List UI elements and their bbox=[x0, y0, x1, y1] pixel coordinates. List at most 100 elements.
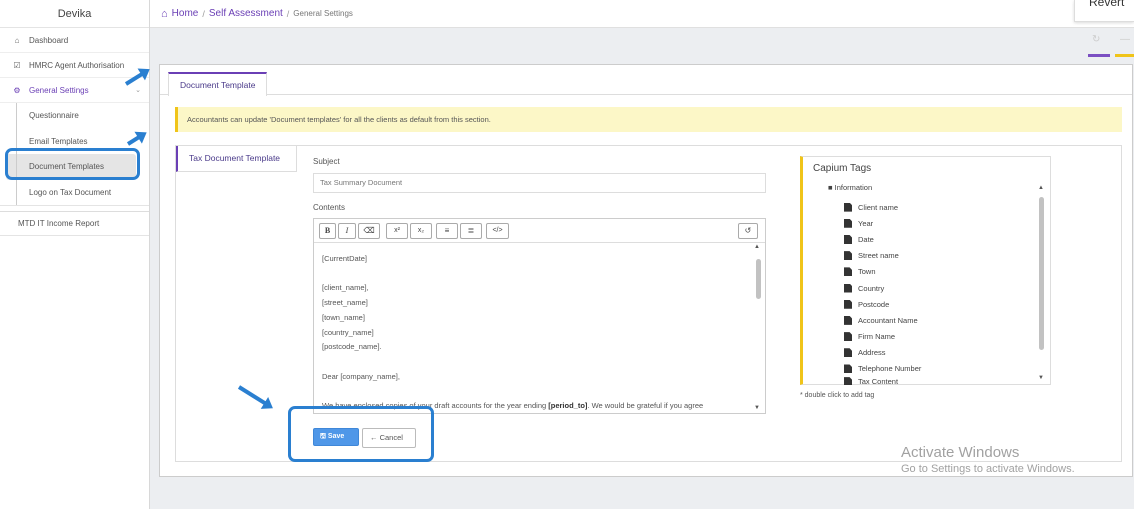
watermark-title: Activate Windows bbox=[901, 444, 1020, 461]
bullet-list-button[interactable]: ≡ bbox=[436, 223, 458, 239]
tag-label: Year bbox=[858, 218, 874, 228]
tag-item[interactable]: Client name bbox=[844, 199, 921, 215]
editor-line: [CurrentDate] bbox=[322, 254, 368, 263]
file-icon bbox=[844, 283, 852, 293]
folder-icon: ■ bbox=[828, 183, 833, 192]
tags-scrollbar[interactable]: ▲ ▼ bbox=[1038, 185, 1046, 381]
contents-editor[interactable]: B I ⌫ x² x₂ ≡ ≣ </> ↺ [CurrentDate] [cli… bbox=[313, 218, 766, 414]
italic-button[interactable]: I bbox=[338, 223, 356, 239]
highlight-save-cancel bbox=[288, 406, 434, 462]
scroll-up-icon[interactable]: ▲ bbox=[1038, 185, 1044, 191]
tag-label: Firm Name bbox=[858, 332, 896, 342]
scroll-down-icon[interactable]: ▼ bbox=[754, 405, 760, 411]
tag-label: Country bbox=[858, 283, 885, 293]
top-bar: ⌂ Home / Self Assessment / General Setti… bbox=[150, 0, 1134, 28]
file-icon bbox=[844, 299, 852, 309]
tags-hint: * double click to add tag bbox=[800, 392, 875, 399]
tag-label: Date bbox=[858, 234, 874, 244]
capium-tags-panel: Capium Tags ■ Information Client name Ye… bbox=[800, 156, 1051, 386]
subject-label: Subject bbox=[313, 157, 340, 166]
editor-line: Dear [company_name], bbox=[322, 371, 400, 381]
sidebar-item-dashboard[interactable]: ⌂ Dashboard bbox=[0, 28, 149, 53]
tab-document-template[interactable]: Document Template bbox=[168, 72, 268, 96]
subject-input[interactable]: Tax Summary Document bbox=[313, 173, 766, 193]
undo-button[interactable]: ↺ bbox=[738, 223, 758, 239]
code-view-button[interactable]: </> bbox=[486, 223, 509, 239]
editor-scrollbar[interactable]: ▲ ▼ bbox=[753, 244, 765, 413]
file-icon bbox=[844, 315, 852, 325]
tag-item[interactable]: Country bbox=[844, 280, 921, 296]
bold-button[interactable]: B bbox=[319, 223, 336, 239]
file-icon bbox=[844, 364, 852, 374]
scroll-thumb[interactable] bbox=[756, 259, 761, 299]
numbered-list-button[interactable]: ≣ bbox=[460, 223, 482, 239]
file-icon bbox=[844, 377, 852, 386]
windows-activation-watermark: Activate Windows Go to Settings to activ… bbox=[901, 444, 1075, 475]
tag-label: Postcode bbox=[858, 299, 890, 309]
subscript-button[interactable]: x₂ bbox=[410, 223, 432, 239]
file-icon bbox=[844, 251, 852, 261]
tab-strip: Document Template bbox=[160, 65, 1132, 96]
divider bbox=[296, 146, 297, 172]
sidebar-item-mtd-it-income-report[interactable]: MTD IT Income Report bbox=[0, 211, 149, 236]
bullet-list-icon: ≡ bbox=[444, 226, 450, 235]
scroll-up-icon[interactable]: ▲ bbox=[754, 244, 760, 250]
editor-line: [town_name] bbox=[322, 312, 365, 322]
tag-item[interactable]: Address bbox=[844, 345, 921, 361]
tab-tax-document-template[interactable]: Tax Document Template bbox=[176, 146, 296, 172]
sidebar-item-label: Dashboard bbox=[29, 35, 69, 45]
breadcrumb-self-assessment[interactable]: Self Assessment bbox=[209, 8, 283, 19]
breadcrumb-separator: / bbox=[286, 8, 290, 19]
tag-item[interactable]: Firm Name bbox=[844, 329, 921, 345]
toolbar-icons: ↻ — bbox=[1088, 34, 1134, 57]
refresh-icon[interactable]: ↻ bbox=[1092, 34, 1100, 45]
breadcrumb-home[interactable]: Home bbox=[172, 8, 199, 19]
contents-label: Contents bbox=[313, 203, 346, 212]
sidebar-item-label: HMRC Agent Authorisation bbox=[29, 60, 125, 70]
tag-label: Address bbox=[858, 348, 886, 358]
sidebar-item-hmrc-agent-authorisation[interactable]: ☑ HMRC Agent Authorisation bbox=[0, 53, 149, 78]
chevron-down-icon: ⌄ bbox=[135, 87, 141, 94]
info-notice: Accountants can update 'Document templat… bbox=[175, 107, 1122, 132]
folder-label: Information bbox=[834, 183, 873, 192]
tag-item[interactable]: Postcode bbox=[844, 296, 921, 312]
scroll-down-icon[interactable]: ▼ bbox=[1038, 375, 1044, 381]
eraser-button[interactable]: ⌫ bbox=[358, 223, 380, 239]
tag-label: Accountant Name bbox=[858, 315, 918, 325]
scroll-thumb[interactable] bbox=[1039, 197, 1044, 350]
numbered-list-icon: ≣ bbox=[467, 226, 475, 235]
page-toolbar: ↻ — bbox=[150, 28, 1134, 57]
editor-toolbar: B I ⌫ x² x₂ ≡ ≣ </> ↺ bbox=[314, 219, 765, 243]
tag-item[interactable]: Year bbox=[844, 215, 921, 231]
tag-item[interactable]: Town bbox=[844, 264, 921, 280]
home-icon: ⌂ bbox=[161, 7, 168, 20]
editor-line: [country_name] bbox=[322, 327, 374, 337]
tag-item[interactable]: Tax Content bbox=[844, 377, 921, 386]
editor-content[interactable]: [CurrentDate] [client_name], [street_nam… bbox=[314, 244, 753, 413]
breadcrumb-separator: / bbox=[202, 8, 205, 19]
sidebar-item-logo-on-tax-document[interactable]: Logo on Tax Document bbox=[0, 180, 149, 206]
tag-item[interactable]: Date bbox=[844, 231, 921, 247]
superscript-button[interactable]: x² bbox=[386, 223, 408, 239]
tags-title: Capium Tags bbox=[813, 163, 872, 174]
revert-button[interactable]: Revert bbox=[1074, 0, 1134, 22]
file-icon bbox=[844, 332, 852, 342]
cogs-icon: ⚙ bbox=[13, 85, 21, 95]
breadcrumb-current: General Settings bbox=[293, 9, 353, 18]
file-icon bbox=[844, 202, 852, 212]
tag-label: Telephone Number bbox=[858, 364, 922, 374]
tag-item[interactable]: Telephone Number bbox=[844, 361, 921, 377]
sidebar-item-questionnaire[interactable]: Questionnaire bbox=[0, 103, 149, 129]
home-icon: ⌂ bbox=[14, 35, 20, 45]
tags-list: Client name Year Date Street name Town C… bbox=[844, 199, 921, 386]
collapse-icon[interactable]: — bbox=[1120, 34, 1130, 45]
brand-name: Devika bbox=[0, 0, 149, 28]
breadcrumb: ⌂ Home / Self Assessment / General Setti… bbox=[161, 8, 353, 20]
tags-folder[interactable]: ■ Information bbox=[828, 183, 872, 192]
file-icon bbox=[844, 218, 852, 228]
tag-item[interactable]: Street name bbox=[844, 248, 921, 264]
tag-label: Town bbox=[858, 267, 876, 277]
tag-item[interactable]: Accountant Name bbox=[844, 312, 921, 328]
sidebar-item-label: General Settings bbox=[29, 85, 89, 95]
editor-line: [postcode_name]. bbox=[322, 342, 382, 352]
